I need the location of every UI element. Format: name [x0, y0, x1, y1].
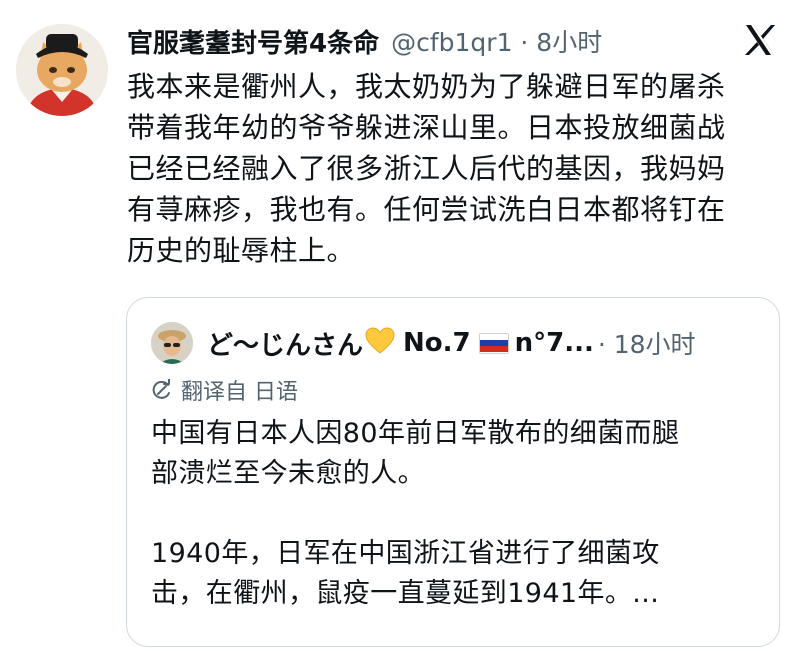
translate-label[interactable]: 翻译自 日语: [181, 374, 298, 406]
quoted-header: ど～じんさん No.7 n°7... · 18小时: [207, 324, 696, 362]
tweet-text-line: 已经已经融入了很多浙江人后代的基因，我妈妈: [127, 152, 726, 185]
author-name[interactable]: 官服耄耋封号第4条命: [127, 23, 379, 60]
quoted-author-name[interactable]: ど～じんさん: [207, 325, 363, 362]
translate-link[interactable]: 翻译自 日语: [151, 374, 298, 406]
quoted-text-line: 部溃烂至今未愈的人。: [151, 458, 425, 489]
tweet-text-line: 带着我年幼的爷爷躲进深山里。日本投放细菌战: [127, 111, 726, 144]
yellow-heart-icon: [365, 327, 395, 359]
quoted-text: 中国有日本人因80年前日军散布的细菌而腿 部溃烂至今未愈的人。 1940年，日军…: [151, 414, 761, 614]
quoted-text-line: 中国有日本人因80年前日军散布的细菌而腿: [151, 418, 680, 449]
tweet-text: 我本来是衢州人，我太奶奶为了躲避日军的屠杀 带着我年幼的爷爷躲进深山里。日本投放…: [127, 66, 787, 271]
quoted-author-avatar[interactable]: [151, 322, 193, 364]
quoted-badge-suffix: n°7...: [514, 328, 594, 358]
quoted-text-line: [151, 494, 761, 534]
russia-flag-icon: [478, 332, 509, 354]
tweet-header: 官服耄耋封号第4条命 @cfb1qr1 · 8小时: [127, 22, 602, 60]
author-handle-time[interactable]: @cfb1qr1 · 8小时: [391, 23, 602, 59]
quoted-badge: No.7: [403, 328, 471, 358]
tweet-text-line: 我本来是衢州人，我太奶奶为了躲避日军的屠杀: [127, 70, 726, 103]
quoted-text-line: 击，在衢州，鼠疫一直蔓延到1941年。...: [151, 578, 660, 609]
quoted-time[interactable]: · 18小时: [598, 325, 696, 361]
translate-icon: [152, 379, 170, 399]
x-logo-icon[interactable]: [742, 22, 778, 58]
tweet-text-line: 历史的耻辱柱上。: [127, 234, 356, 267]
quoted-tweet-card[interactable]: ど～じんさん No.7 n°7... · 18小时 翻译自 日语 中国有日本人因…: [126, 297, 780, 647]
quoted-text-line: 1940年，日军在中国浙江省进行了细菌攻: [151, 538, 660, 569]
author-avatar[interactable]: [16, 24, 108, 116]
tweet-text-line: 有荨麻疹，我也有。任何尝试洗白日本都将钉在: [127, 193, 726, 226]
